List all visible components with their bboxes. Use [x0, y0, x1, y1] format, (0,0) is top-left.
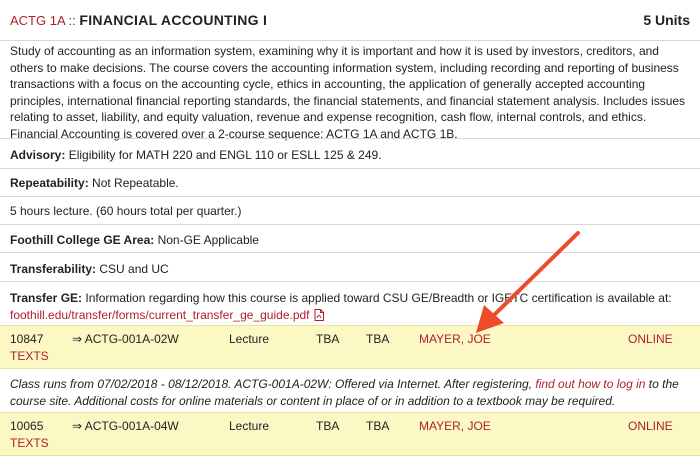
annotation-arrow	[476, 231, 580, 333]
course-listing: ACTG 1A :: FINANCIAL ACCOUNTING I 5 Unit…	[0, 0, 700, 462]
